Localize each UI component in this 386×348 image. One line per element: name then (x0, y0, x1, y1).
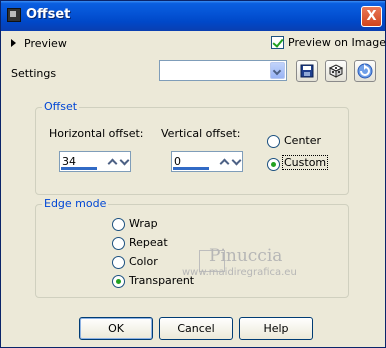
spin-up-icon[interactable] (219, 156, 230, 167)
spin-down-icon[interactable] (119, 156, 130, 167)
color-label[interactable]: Color (129, 255, 158, 268)
title-bar[interactable]: Offset X (1, 1, 385, 31)
horizontal-offset-slider[interactable] (61, 167, 97, 170)
app-icon (7, 8, 21, 22)
custom-label-wrapper[interactable]: Custom (282, 155, 329, 170)
color-radio[interactable] (112, 256, 125, 269)
window-title: Offset (26, 7, 71, 22)
chevron-down-icon[interactable] (270, 62, 285, 79)
close-button[interactable]: X (361, 6, 382, 27)
horizontal-offset-spinbox[interactable]: 34 (59, 151, 131, 172)
edge-mode-group-title: Edge mode (42, 197, 109, 210)
horizontal-offset-label: Horizontal offset: (49, 127, 144, 140)
reset-icon (357, 63, 373, 79)
custom-radio[interactable] (267, 158, 280, 171)
repeat-radio[interactable] (112, 237, 125, 250)
vertical-offset-slider[interactable] (173, 167, 209, 170)
spin-down-icon[interactable] (231, 156, 242, 167)
preview-on-image-label[interactable]: Preview on Image (288, 36, 386, 49)
close-icon: X (366, 9, 377, 24)
wrap-label[interactable]: Wrap (129, 217, 158, 230)
settings-label: Settings (11, 67, 57, 80)
preview-on-image-checkbox[interactable] (271, 36, 284, 49)
repeat-label[interactable]: Repeat (129, 236, 168, 249)
save-preset-icon (300, 64, 314, 78)
watermark-site: www.maidiregrafica.eu (182, 267, 297, 278)
randomize-dice-icon (328, 64, 344, 78)
transparent-radio[interactable] (112, 275, 125, 288)
watermark-name: Pinuccia (209, 246, 283, 266)
center-label[interactable]: Center (284, 134, 321, 147)
randomize-button[interactable] (325, 60, 347, 82)
vertical-offset-label: Vertical offset: (161, 127, 241, 140)
cancel-button[interactable]: Cancel (159, 317, 233, 340)
preview-label: Preview (24, 37, 67, 50)
save-preset-button[interactable] (296, 60, 318, 82)
wrap-radio[interactable] (112, 218, 125, 231)
custom-label: Custom (282, 155, 329, 170)
settings-preset-dropdown[interactable] (159, 60, 287, 81)
reset-button[interactable] (354, 60, 376, 82)
vertical-offset-spinbox[interactable]: 0 (171, 151, 243, 172)
offset-dialog: Offset X Preview Preview on Image Settin… (0, 0, 386, 348)
spin-up-icon[interactable] (107, 156, 118, 167)
expand-triangle-icon (11, 39, 16, 47)
ok-button[interactable]: OK (79, 317, 153, 340)
help-button[interactable]: Help (239, 317, 313, 340)
center-radio[interactable] (267, 135, 280, 148)
offset-group-title: Offset (42, 100, 80, 113)
